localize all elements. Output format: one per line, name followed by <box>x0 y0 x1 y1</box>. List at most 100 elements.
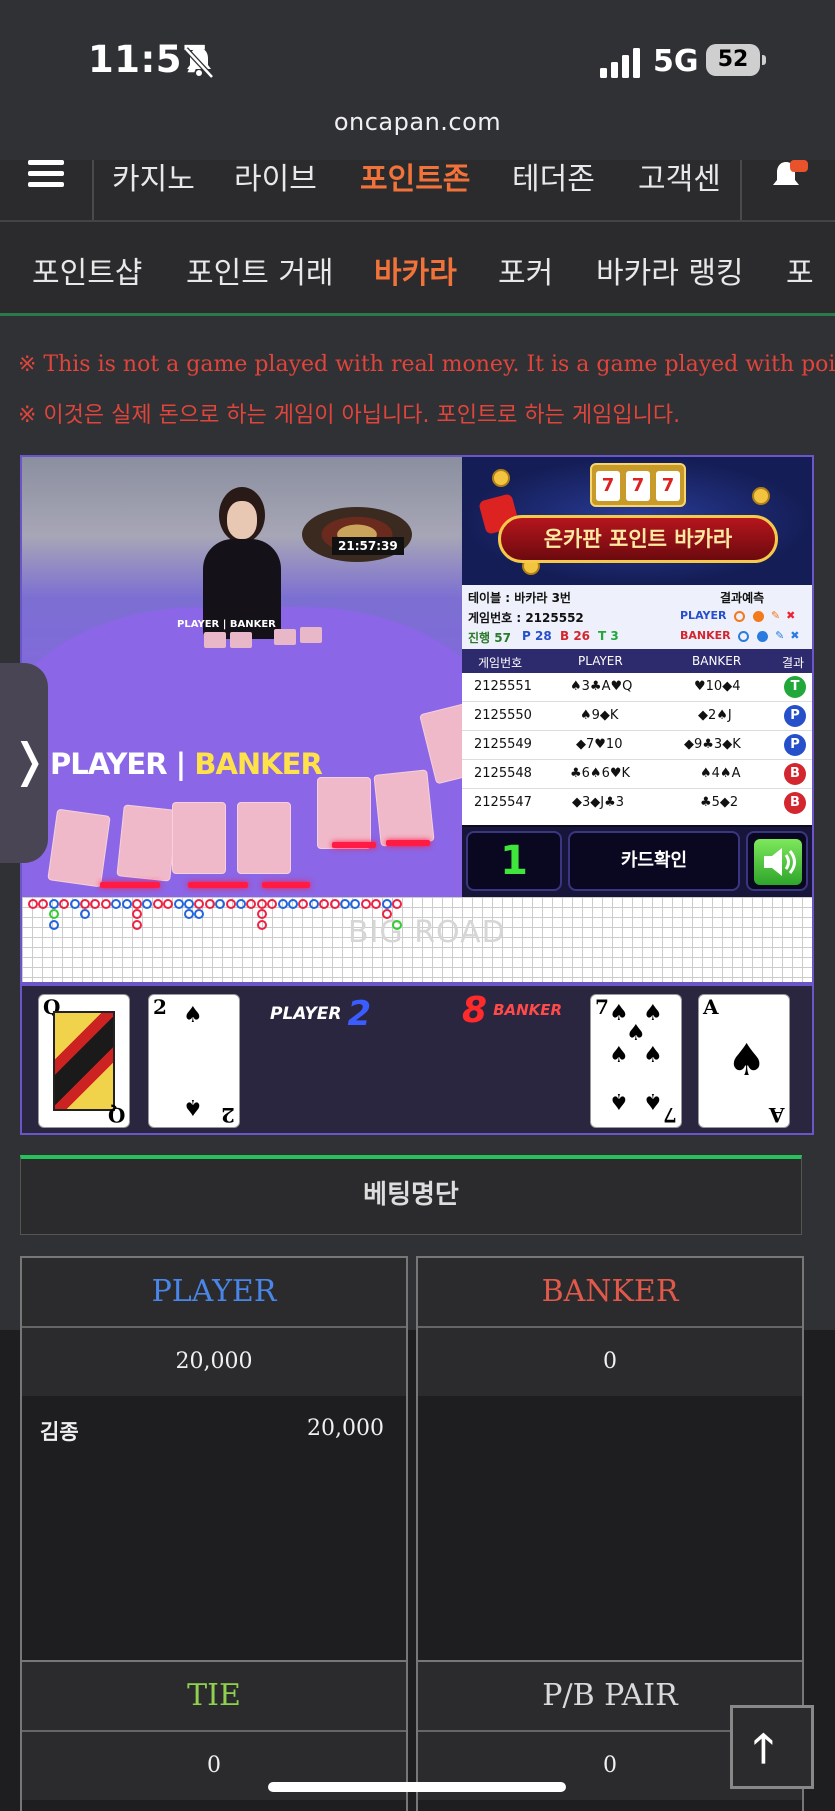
subnav-item-more[interactable]: 포 <box>786 248 814 292</box>
prediction-banker-label: BANKER <box>680 629 731 642</box>
game-side-panel: 777 온카판 포인트 바카라 테이블 : 바카라 3번 게임번호 : 2125… <box>462 457 812 897</box>
result-badge: P <box>784 734 806 756</box>
sound-button[interactable] <box>746 831 808 891</box>
game-controls: 1 카드확인 <box>462 827 812 897</box>
prediction-banker-row: BANKER ✎ ✖ <box>680 629 799 642</box>
topnav-item-support[interactable]: 고객센 <box>638 154 721 198</box>
topnav-item-pointzone[interactable]: 포인트존 <box>360 154 470 198</box>
road-marker <box>381 909 392 920</box>
big-road-label: BIG ROAD <box>348 915 506 950</box>
info-table: 테이블 : 바카라 3번 <box>468 591 571 605</box>
road-marker <box>184 899 194 909</box>
road-marker <box>204 899 215 909</box>
subnav-item-baccarat[interactable]: 바카라 <box>374 248 457 292</box>
network-type: 5G <box>653 44 699 79</box>
pred-player-dot-icon[interactable] <box>753 610 765 622</box>
bettor-name: 김종 <box>40 1420 79 1444</box>
game-info: 테이블 : 바카라 3번 게임번호 : 2125552 진행 57 P 28 B… <box>462 585 812 649</box>
pred-banker-x-icon[interactable]: ✖ <box>790 629 799 642</box>
player-score-value: 2 <box>347 994 372 1034</box>
game-banner: 777 온카판 포인트 바카라 <box>462 457 812 585</box>
info-player-count: P 28 <box>522 629 552 643</box>
road-marker <box>381 899 392 909</box>
signal-icon <box>600 48 640 78</box>
road-marker <box>340 899 350 909</box>
pred-player-pencil-icon[interactable]: ✎ <box>771 609 780 622</box>
history-row: 2125547 ◆3◆J♣3 ♣5◆2 B <box>462 789 812 818</box>
felt-player-banker: PLAYER | BANKER <box>50 747 323 781</box>
pred-player-circle-icon[interactable] <box>734 610 746 622</box>
info-banker-count: B 26 <box>560 629 591 643</box>
result-badge: T <box>784 676 806 698</box>
subnav-item-pointshop[interactable]: 포인트샵 <box>32 248 142 292</box>
road-marker <box>132 919 142 930</box>
player-bet-label: PLAYER <box>22 1258 406 1328</box>
banker-score-label: BANKER <box>493 1001 563 1019</box>
battery-icon: 52 <box>706 44 766 76</box>
info-progress: 진행 57 <box>468 631 511 645</box>
notice-english: ※ This is not a game played with real mo… <box>18 352 835 377</box>
road-marker <box>392 899 402 909</box>
banker-card-2: A ♠ A <box>698 994 790 1128</box>
felt-banker-label: BANKER <box>194 747 322 781</box>
sub-nav: 포인트샵 포인트 거래 바카라 포커 바카라 랭킹 포 <box>0 222 835 316</box>
road-marker <box>80 899 90 909</box>
slot-machine: 777 <box>590 463 686 507</box>
banker-bet-label: BANKER <box>418 1258 802 1328</box>
road-marker <box>48 919 59 930</box>
banker-card-1: 7 ♠ ♠ ♠ ♠ ♠ ♠ ♠ 7 <box>590 994 682 1128</box>
url-bar[interactable]: oncapan.com <box>0 108 835 160</box>
history-table: 게임번호 PLAYER BANKER 결과 2125551 ♠3♣A♥Q ♥10… <box>462 649 812 825</box>
side-drawer-toggle[interactable]: ❭ <box>0 663 49 863</box>
history-header-player: PLAYER <box>578 654 623 668</box>
card-check-button[interactable]: 카드확인 <box>568 831 740 891</box>
status-bar: 11:57 5G 52 <box>0 0 835 108</box>
subnav-item-point-trade[interactable]: 포인트 거래 <box>186 248 334 292</box>
road-marker <box>256 899 267 909</box>
road-marker <box>277 899 288 909</box>
scroll-to-top-button[interactable]: 🡑 <box>730 1705 814 1789</box>
home-indicator <box>268 1782 566 1792</box>
pred-banker-circle-icon[interactable] <box>738 630 750 642</box>
player-card-2: 2 ♠ ♠ 2 <box>148 994 240 1128</box>
notification-bell-icon[interactable] <box>768 160 808 196</box>
pred-player-x-icon[interactable]: ✖ <box>786 609 795 622</box>
player-score-label: PLAYER <box>270 1004 342 1024</box>
history-header-banker: BANKER <box>692 654 742 668</box>
pred-banker-dot-icon[interactable] <box>757 630 769 642</box>
result-badge: P <box>784 705 806 727</box>
road-marker <box>360 899 371 909</box>
bell-off-icon <box>184 47 214 79</box>
history-row: 2125550 ♠9◆K ◆2♠J P <box>462 702 812 731</box>
road-marker <box>308 899 319 909</box>
road-marker <box>28 899 38 909</box>
prediction-player-row: PLAYER ✎ ✖ <box>680 609 795 622</box>
felt-player-label: PLAYER <box>50 747 168 781</box>
topnav-item-tetherzone[interactable]: 테더존 <box>512 154 595 198</box>
prediction-title: 결과예측 <box>720 591 765 605</box>
road-marker <box>225 899 236 909</box>
road-marker <box>329 899 340 909</box>
pred-banker-pencil-icon[interactable]: ✎ <box>775 629 784 642</box>
subnav-item-baccarat-ranking[interactable]: 바카라 랭킹 <box>596 248 744 292</box>
player-bet-amount: 20,000 <box>22 1328 406 1396</box>
history-header-game-no: 게임번호 <box>478 656 523 670</box>
round-counter: 1 <box>466 831 562 891</box>
hamburger-menu-icon[interactable] <box>28 160 64 194</box>
history-row: 2125549 ◆7♥10 ◆9♣3◆K P <box>462 731 812 760</box>
road-marker <box>173 899 184 909</box>
road-marker <box>100 899 111 909</box>
video-clock: 21:57:39 <box>332 537 404 555</box>
info-game-number: 게임번호 : 2125552 <box>468 611 584 625</box>
banker-bet-box: BANKER 0 <box>416 1256 804 1662</box>
dealt-cards: Q Q 2 ♠ ♠ 2 PLAYER 2 8 BANKER 7 ♠ ♠ ♠ ♠ ♠ … <box>22 982 812 1133</box>
subnav-item-poker[interactable]: 포커 <box>498 248 553 292</box>
topnav-item-live[interactable]: 라이브 <box>234 154 317 198</box>
result-badge: B <box>784 792 806 814</box>
table-label: PLAYER | BANKER <box>177 619 276 630</box>
info-tie-count: T 3 <box>598 629 619 643</box>
player-card-1: Q Q <box>38 994 130 1128</box>
road-marker <box>256 919 267 930</box>
topnav-item-casino[interactable]: 카지노 <box>112 154 195 198</box>
banker-bet-amount: 0 <box>418 1328 802 1396</box>
